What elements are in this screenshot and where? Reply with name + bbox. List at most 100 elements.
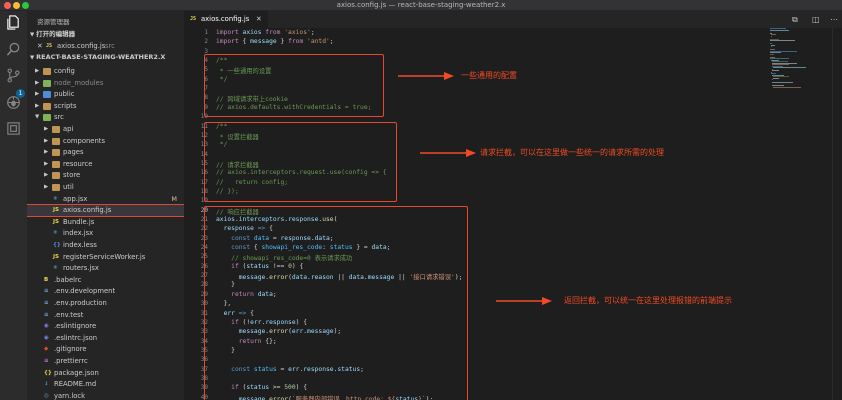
folder-icon bbox=[43, 91, 51, 99]
tree-file[interactable]: ⚛ index.jsx bbox=[27, 228, 184, 239]
tree-item-label: config bbox=[54, 67, 75, 75]
folder-icon bbox=[52, 149, 60, 157]
split-editor-icon[interactable]: ◫ bbox=[812, 15, 820, 24]
tree-item-label: .eslintrc.json bbox=[54, 333, 98, 342]
tree-item-label: app.jsx bbox=[63, 194, 88, 203]
folder-icon bbox=[52, 184, 60, 191]
files-icon[interactable] bbox=[6, 15, 21, 30]
tree-file[interactable]: ⚛ app.jsx M bbox=[27, 194, 184, 205]
tree-folder[interactable]: ▶ api bbox=[27, 124, 184, 135]
tree-item-label: components bbox=[63, 136, 105, 145]
tree-file[interactable]: JS registerServiceWorker.js bbox=[27, 252, 184, 263]
tree-item-label: index.jsx bbox=[63, 229, 94, 238]
yarn-file-icon: ◎ bbox=[44, 392, 49, 399]
tree-item-label: node_modules bbox=[54, 78, 104, 87]
tree-folder[interactable]: ▶ resource bbox=[27, 159, 184, 170]
close-icon[interactable]: ✕ bbox=[37, 41, 43, 52]
tree-item-label: README.md bbox=[54, 380, 97, 389]
minimap-line bbox=[770, 35, 772, 37]
code-line: import { message } from 'antd'; bbox=[216, 38, 334, 46]
tree-folder[interactable]: ▶ config bbox=[27, 66, 184, 77]
tree-file[interactable]: JS Bundle.js bbox=[27, 217, 184, 228]
minimap-line bbox=[773, 77, 779, 79]
annotation-response: 返回拦截，可以统一在这里处理报错的前端提示 bbox=[564, 296, 732, 305]
arrow-icon bbox=[420, 149, 476, 157]
prettier-file-icon: ≡ bbox=[44, 358, 49, 364]
env-file-icon: ≡ bbox=[44, 300, 49, 306]
js-file-icon: JS bbox=[53, 253, 60, 260]
tree-file[interactable]: ≡ .env.test bbox=[27, 310, 184, 321]
minimap-line bbox=[773, 86, 801, 88]
tree-file[interactable]: ◎ yarn.lock bbox=[27, 391, 184, 400]
tree-item-label: util bbox=[63, 183, 74, 191]
minimap[interactable] bbox=[770, 28, 830, 88]
babel-file-icon: B bbox=[44, 276, 49, 283]
md-file-icon: ↓ bbox=[44, 381, 49, 388]
more-actions-icon[interactable]: ⋯ bbox=[830, 15, 838, 24]
chevron-right-icon: ▶ bbox=[35, 91, 40, 98]
js-file-icon: JS bbox=[46, 43, 53, 49]
vertical-scrollbar[interactable] bbox=[832, 28, 842, 400]
tree-item-label: yarn.lock bbox=[54, 391, 86, 400]
tree-item-label: routers.jsx bbox=[63, 264, 99, 273]
open-editor-name: axios.config.js bbox=[57, 42, 106, 50]
search-icon[interactable] bbox=[6, 42, 21, 57]
tree-file[interactable]: ↓ README.md bbox=[27, 379, 184, 390]
tree-file[interactable]: {} package.json bbox=[27, 368, 184, 379]
tree-file[interactable]: B .babelrc bbox=[27, 275, 184, 286]
tree-file[interactable]: ⚛ routers.jsx bbox=[27, 263, 184, 274]
arrow-icon bbox=[398, 72, 454, 80]
tree-file[interactable]: ≡ .prettierrc bbox=[27, 356, 184, 367]
folder-icon bbox=[52, 172, 60, 180]
eslint-file-icon: ◉ bbox=[44, 323, 49, 330]
js-file-icon: JS bbox=[53, 218, 60, 225]
code-line: import axios from 'axios'; bbox=[216, 29, 319, 36]
project-header[interactable]: ▼ REACT-BASE-STAGING-WEATHER2.X bbox=[30, 53, 165, 61]
tree-item-label: scripts bbox=[54, 101, 77, 110]
tab-axios-config[interactable]: JS axios.config.js ✕ bbox=[184, 11, 268, 28]
arrow-icon bbox=[496, 297, 552, 305]
env-file-icon: ≡ bbox=[44, 311, 49, 318]
chevron-right-icon: ▶ bbox=[44, 184, 49, 190]
tree-file[interactable]: ◉ .eslintignore bbox=[27, 321, 184, 332]
tree-folder[interactable]: ▶ public bbox=[27, 89, 184, 100]
tree-folder[interactable]: ▶ scripts bbox=[27, 101, 184, 112]
tree-item-label: .env.production bbox=[54, 299, 107, 307]
tree-file[interactable]: ◉ .eslintrc.json bbox=[27, 333, 184, 344]
chevron-right-icon: ▶ bbox=[44, 137, 49, 144]
tree-folder[interactable]: ▼ src bbox=[27, 112, 184, 123]
tree-item-label: .env.test bbox=[54, 310, 84, 319]
source-control-icon[interactable] bbox=[6, 68, 21, 83]
tree-item-label: Bundle.js bbox=[63, 217, 95, 226]
tree-item-label: .prettierrc bbox=[54, 357, 88, 365]
tree-folder[interactable]: ▶ components bbox=[27, 136, 184, 147]
chevron-down-icon: ▼ bbox=[35, 114, 40, 121]
tree-folder[interactable]: ▶ util bbox=[27, 182, 184, 193]
tree-folder[interactable]: ▶ store bbox=[27, 170, 184, 181]
annotation-request: 请求拦截，可以在这里做一些统一的请求所需的处理 bbox=[480, 148, 664, 157]
tab-label: axios.config.js bbox=[201, 15, 250, 23]
tree-file[interactable]: ≡ .env.production bbox=[27, 298, 184, 309]
tree-folder[interactable]: ▶ node_modules bbox=[27, 78, 184, 89]
tree-file[interactable]: ≡ .env.development bbox=[27, 286, 184, 297]
folder-icon bbox=[43, 68, 51, 75]
close-icon[interactable]: ✕ bbox=[256, 11, 262, 28]
tree-file[interactable]: JS axios.config.js bbox=[27, 204, 184, 218]
minimap-line bbox=[770, 53, 774, 55]
compare-icon[interactable]: ⧉ bbox=[792, 15, 798, 25]
debug-icon[interactable] bbox=[6, 95, 21, 110]
chevron-right-icon: ▶ bbox=[35, 68, 40, 74]
tree-folder[interactable]: ▶ pages bbox=[27, 147, 184, 158]
activity-bar: 1 bbox=[0, 11, 27, 400]
tree-file[interactable]: ◆ .gitignore bbox=[27, 344, 184, 355]
window-title: axios.config.js — react-base-staging-wea… bbox=[336, 1, 506, 9]
tree-file[interactable]: {} index.less bbox=[27, 240, 184, 251]
open-editors-header[interactable]: ▼ 打开的编辑器 bbox=[30, 28, 75, 38]
json-file-icon: {} bbox=[44, 369, 52, 376]
jsx-file-icon: ⚛ bbox=[53, 195, 58, 202]
extensions-icon[interactable] bbox=[6, 121, 21, 136]
jsx-file-icon: ⚛ bbox=[53, 230, 58, 237]
minimap-line bbox=[770, 46, 772, 47]
open-editor-item[interactable]: ✕ JS axios.config.js src bbox=[27, 41, 184, 52]
code-editor[interactable]: 1 2 3 4 5 6 7 8 9 10 11 12 13 14 15 16 17 18 19 20 21 22 23 24 2… bbox=[184, 28, 842, 400]
